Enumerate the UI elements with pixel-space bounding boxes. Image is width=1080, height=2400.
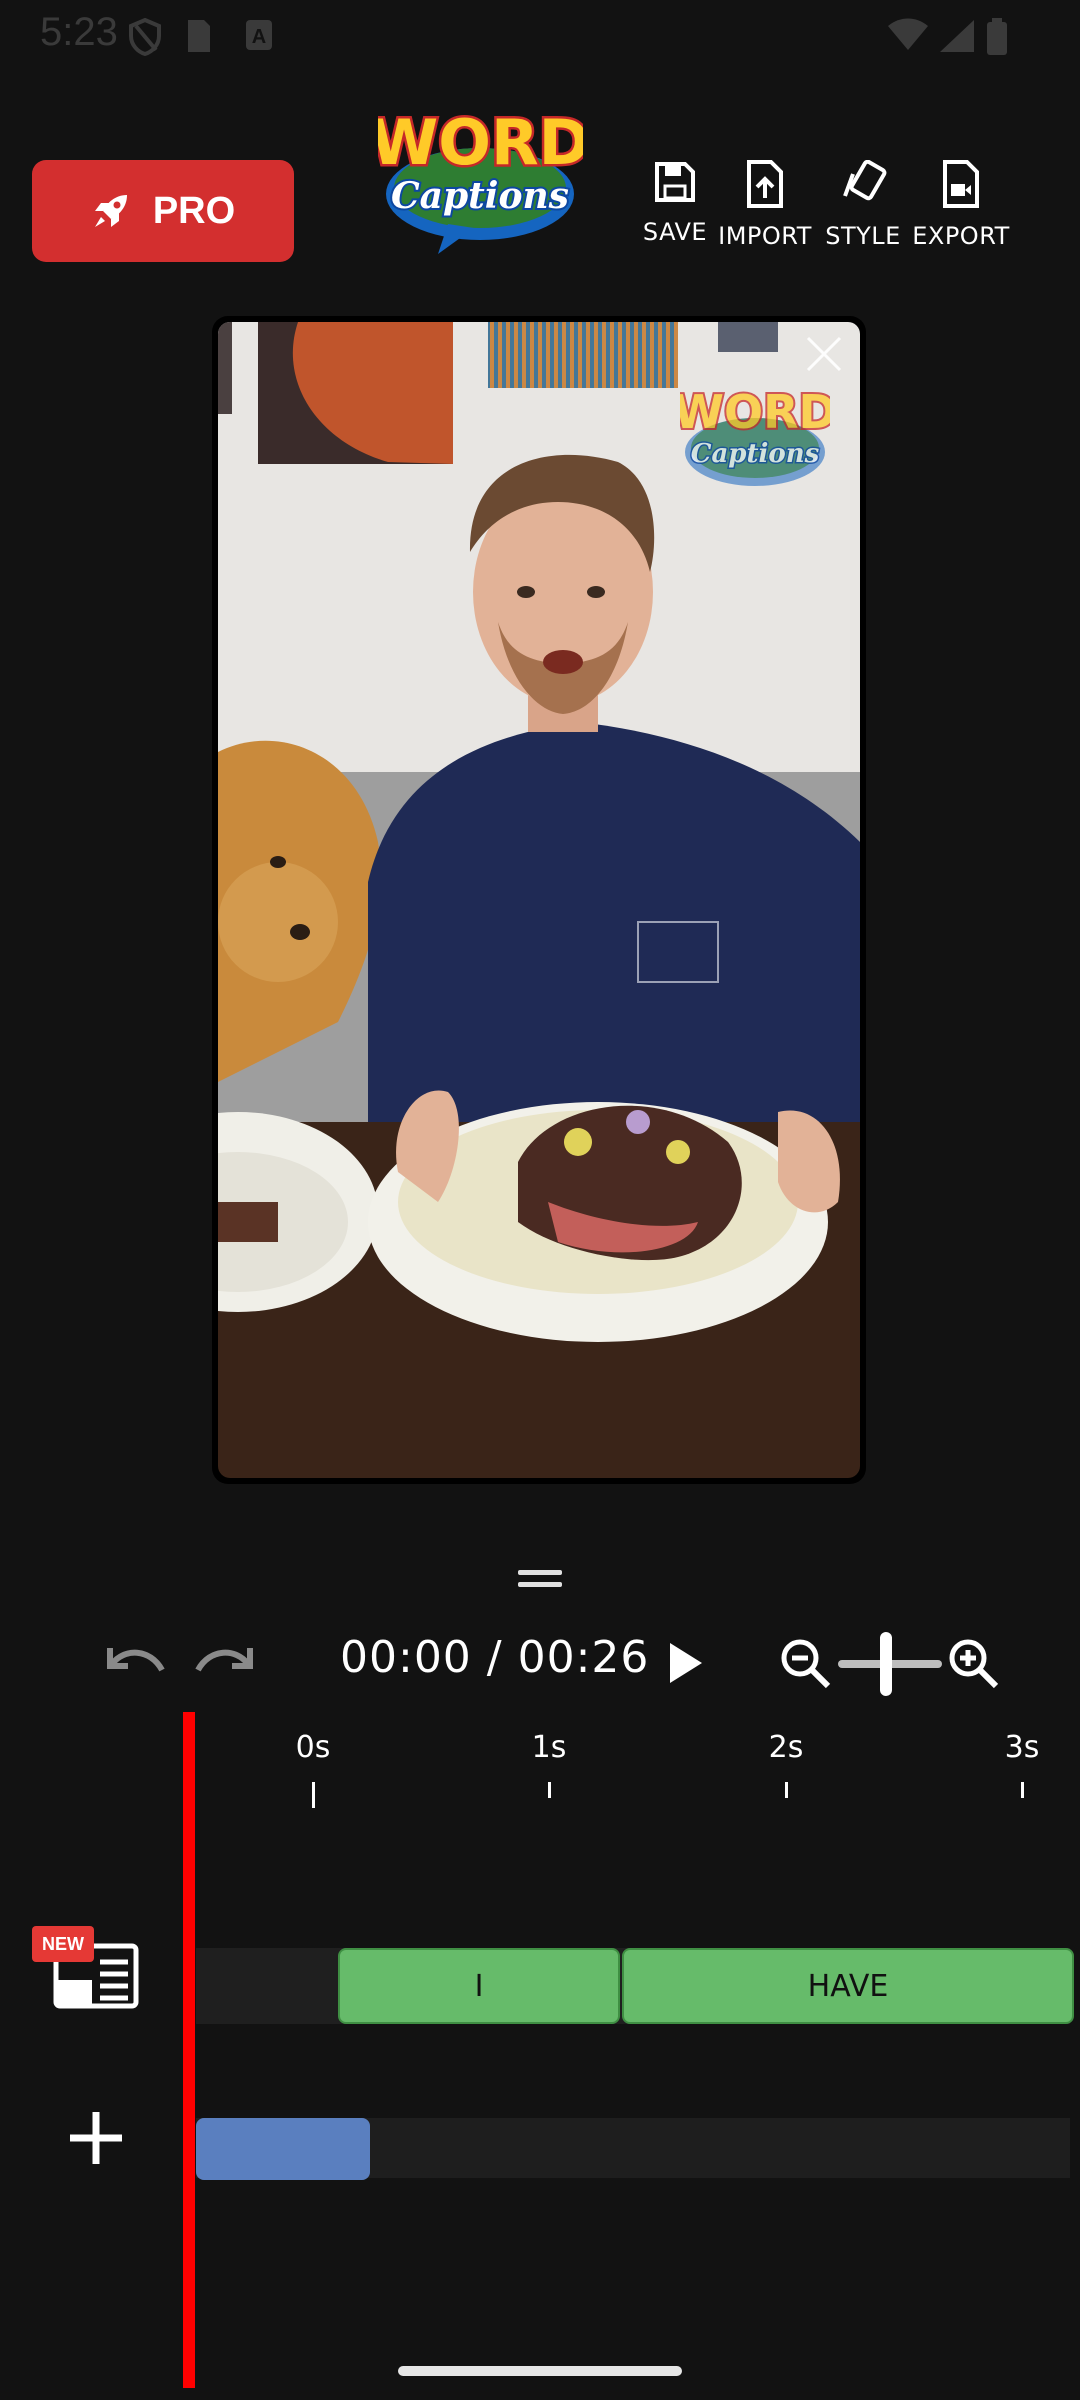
status-icons: A [40, 14, 1040, 58]
wifi-icon [888, 18, 928, 50]
shield-icon [129, 18, 161, 56]
zoom-out-icon[interactable] [778, 1636, 834, 1692]
audio-clip[interactable] [196, 2118, 370, 2180]
notification-icon: A [246, 20, 272, 50]
export-icon [943, 160, 979, 208]
panel-drag-handle[interactable] [518, 1570, 562, 1590]
zoom-in-icon[interactable] [946, 1636, 1002, 1692]
svg-text:A: A [252, 26, 266, 48]
ruler-label-1: 1s [531, 1730, 567, 1765]
import-label: IMPORT [718, 222, 812, 250]
ruler-label-3: 3s [1004, 1730, 1040, 1765]
watermark-logo: WORD Captions [671, 366, 839, 496]
video-frame: WORD Captions [218, 322, 860, 1478]
import-button[interactable]: IMPORT [710, 160, 820, 250]
caption-clip-i[interactable]: I [338, 1948, 620, 2024]
pro-label: PRO [152, 189, 236, 232]
logo-text-word: WORD [378, 106, 583, 179]
ruler-tick [785, 1782, 788, 1798]
watermark-text-captions: Captions [691, 439, 820, 469]
play-icon[interactable] [660, 1638, 710, 1688]
timecode: 00:00 / 00:26 [340, 1632, 650, 1683]
home-indicator[interactable] [398, 2366, 682, 2376]
ruler-tick [1021, 1782, 1024, 1798]
video-preview[interactable]: WORD Captions [212, 316, 866, 1484]
ruler-tick [312, 1782, 315, 1808]
signal-icon [940, 20, 974, 52]
ruler-label-0: 0s [295, 1730, 331, 1765]
save-icon [655, 162, 695, 202]
sim-card-icon [188, 20, 210, 52]
app-logo: WORD Captions [367, 78, 593, 258]
add-track-icon[interactable] [66, 2108, 126, 2168]
ruler-tick [548, 1782, 551, 1798]
new-badge: NEW [32, 1926, 94, 1962]
style-button[interactable]: STYLE [808, 160, 918, 250]
style-icon [843, 160, 887, 201]
ruler-label-2: 2s [768, 1730, 804, 1765]
caption-clip-have[interactable]: HAVE [622, 1948, 1074, 2024]
watermark-text-word: WORD [680, 385, 830, 439]
battery-icon [987, 18, 1007, 55]
export-label: EXPORT [912, 222, 1010, 250]
import-icon [747, 160, 783, 208]
style-label: STYLE [825, 222, 901, 250]
logo-text-captions: Captions [391, 175, 569, 217]
redo-icon[interactable] [190, 1640, 260, 1690]
pro-button[interactable]: PRO [32, 160, 294, 262]
export-button[interactable]: EXPORT [906, 160, 1016, 250]
zoom-slider-thumb[interactable] [880, 1632, 892, 1696]
rocket-icon [94, 195, 127, 227]
undo-icon[interactable] [100, 1640, 170, 1690]
playhead[interactable] [183, 1712, 195, 2388]
